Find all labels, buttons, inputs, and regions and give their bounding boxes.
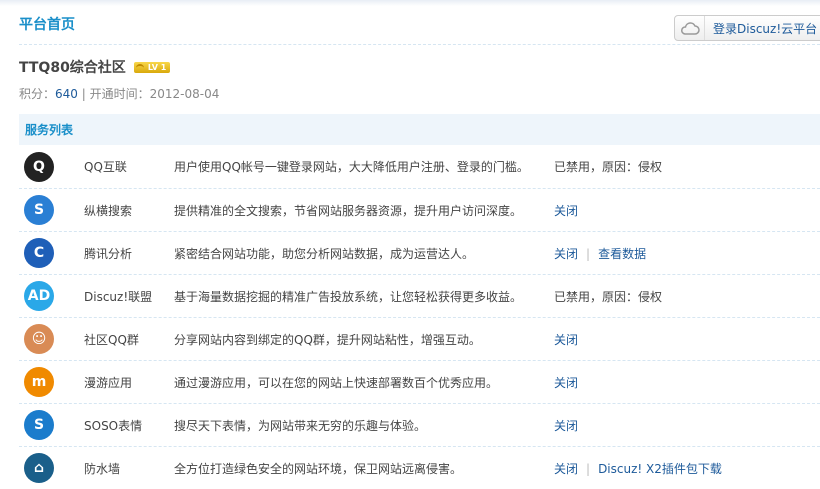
service-row: m 漫游应用 通过漫游应用，可以在您的网站上快速部署数百个优秀应用。 关闭: [19, 360, 820, 403]
service-actions: 关闭 | Discuz! X2插件包下载: [554, 460, 722, 477]
service-row: AD Discuz!联盟 基于海量数据挖掘的精准广告投放系统，让您轻松获得更多收…: [19, 274, 820, 317]
soso-emoji-icon: S: [24, 410, 54, 440]
service-status: 已禁用，原因：侵权: [554, 289, 663, 304]
level-badge: LV 1: [133, 61, 171, 73]
divider: [19, 44, 820, 45]
service-row: S 纵横搜索 提供精准的全文搜索，节省网站服务器资源，提升用户访问深度。 关闭: [19, 188, 820, 231]
service-row: ☺ 社区QQ群 分享网站内容到绑定的QQ群，提升网站粘性，增强互动。 关闭: [19, 317, 820, 360]
close-link[interactable]: 关闭: [554, 419, 578, 433]
service-description: 全方位打造绿色安全的网站环境，保卫网站远离侵害。: [174, 461, 463, 476]
points-value: 640: [55, 87, 78, 101]
service-description: 提供精准的全文搜索，节省网站服务器资源，提升用户访问深度。: [174, 203, 523, 218]
service-description: 分享网站内容到绑定的QQ群，提升网站粘性，增强互动。: [174, 332, 481, 347]
service-name: Discuz!联盟: [84, 289, 153, 304]
manyou-icon: m: [24, 367, 54, 397]
qq-penguin-icon: Q: [24, 151, 54, 182]
site-name: TTQ80综合社区: [19, 60, 126, 76]
action-divider: |: [586, 246, 591, 261]
cloud-icon: [675, 16, 705, 40]
soso-search-icon: S: [24, 195, 54, 225]
secondary-action-link[interactable]: Discuz! X2插件包下载: [598, 462, 722, 476]
secondary-action-link[interactable]: 查看数据: [598, 247, 646, 261]
open-date-label: 开通时间：: [89, 87, 150, 101]
service-name: 纵横搜索: [84, 203, 133, 218]
site-name-row: TTQ80综合社区 LV 1: [19, 57, 171, 77]
service-description: 紧密结合网站功能，助您分析网站数据，成为运营达人。: [174, 246, 475, 261]
service-actions: 关闭: [554, 331, 578, 348]
service-name: 社区QQ群: [84, 332, 139, 347]
service-row: S SOSO表情 搜尽天下表情，为网站带来无穷的乐趣与体验。 关闭: [19, 403, 820, 446]
action-divider: |: [586, 461, 591, 476]
service-name: 防水墙: [84, 461, 121, 476]
cloud-login-label: 登录Discuz!云平台: [713, 21, 818, 36]
ad-icon: AD: [24, 281, 54, 311]
service-list-header: 服务列表: [19, 114, 820, 145]
service-row: C 腾讯分析 紧密结合网站功能，助您分析网站数据，成为运营达人。 关闭 | 查看数据: [19, 231, 820, 274]
service-description: 基于海量数据挖掘的精准广告投放系统，让您轻松获得更多收益。: [174, 289, 523, 304]
analytics-icon: C: [24, 238, 54, 268]
close-link[interactable]: 关闭: [554, 247, 578, 261]
service-status: 已禁用，原因：侵权: [554, 160, 663, 174]
close-link[interactable]: 关闭: [554, 204, 578, 218]
open-date-value: 2012-08-04: [149, 87, 220, 101]
service-actions: 关闭: [554, 202, 578, 219]
close-link[interactable]: 关闭: [554, 333, 578, 347]
service-actions: 已禁用，原因：侵权: [554, 288, 662, 305]
points-label: 积分：: [19, 87, 56, 101]
service-name: 漫游应用: [84, 375, 133, 390]
service-row: ⌂ 防水墙 全方位打造绿色安全的网站环境，保卫网站远离侵害。 关闭 | Discuz!…: [19, 446, 820, 489]
close-link[interactable]: 关闭: [554, 462, 578, 476]
service-name: QQ互联: [84, 160, 127, 174]
close-link[interactable]: 关闭: [554, 376, 578, 390]
service-list: Q QQ互联 用户使用QQ帐号一键登录网站，大大降低用户注册、登录的门槛。已禁用…: [19, 145, 820, 489]
meta-divider: |: [81, 87, 86, 101]
cloud-login-button[interactable]: 登录Discuz!云平台: [674, 15, 820, 41]
service-actions: 关闭: [554, 374, 578, 391]
service-description: 通过漫游应用，可以在您的网站上快速部署数百个优秀应用。: [174, 375, 499, 390]
service-actions: 关闭 | 查看数据: [554, 245, 646, 262]
service-description: 用户使用QQ帐号一键登录网站，大大降低用户注册、登录的门槛。: [174, 160, 529, 174]
service-description: 搜尽天下表情，为网站带来无穷的乐趣与体验。: [174, 418, 427, 433]
service-row: Q QQ互联 用户使用QQ帐号一键登录网站，大大降低用户注册、登录的门槛。 已禁用…: [19, 145, 820, 188]
qq-group-icon: ☺: [24, 324, 54, 354]
shield-icon: ⌂: [24, 453, 54, 483]
site-meta: 积分：640 | 开通时间：2012-08-04: [19, 85, 219, 102]
service-actions: 关闭: [554, 417, 578, 434]
page-title: 平台首页: [19, 17, 75, 33]
service-name: SOSO表情: [84, 418, 143, 433]
top-bar: [0, 0, 820, 6]
service-name: 腾讯分析: [84, 246, 133, 261]
service-actions: 已禁用，原因：侵权: [554, 158, 662, 175]
